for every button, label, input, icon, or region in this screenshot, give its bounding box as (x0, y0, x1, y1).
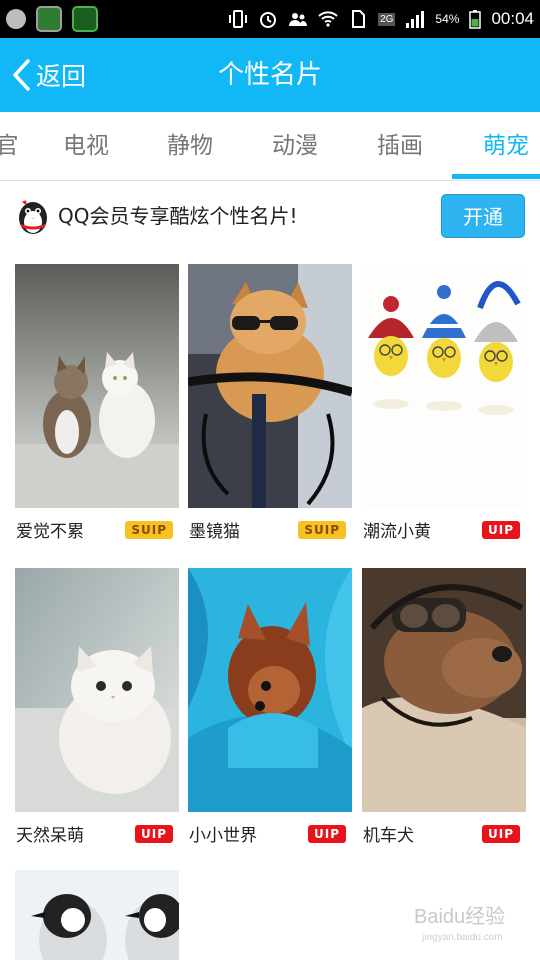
penguin-chicks-photo (15, 870, 179, 960)
puppy-in-blanket-photo (188, 568, 352, 812)
two-cats-photo (15, 264, 179, 508)
clock: 00:04 (491, 9, 534, 28)
watermark: Baidu经验 (414, 906, 506, 928)
notification-icon (6, 9, 26, 29)
promo-text: QQ会员专享酷炫个性名片! (58, 204, 298, 228)
sunglasses-cat-photo (188, 264, 352, 508)
qq-penguin-icon (19, 200, 47, 234)
back-label: 返回 (36, 62, 87, 91)
card-image (362, 264, 526, 508)
alarm-icon (260, 12, 277, 28)
sim-icon (352, 10, 366, 28)
card-image (15, 264, 179, 508)
app-icon (72, 6, 98, 32)
tab-illustration[interactable]: 插画 (360, 112, 440, 180)
card-image (188, 264, 352, 508)
tab-guan[interactable]: 官 (0, 112, 22, 180)
title-bar: 返回 个性名片 (0, 38, 540, 112)
tab-pets[interactable]: 萌宠 (466, 112, 540, 180)
active-tab-indicator (452, 174, 540, 179)
battery-icon (469, 10, 482, 29)
card-image (15, 568, 179, 812)
card-title: 小小世界 (189, 826, 257, 846)
svip-badge: SUIP (298, 521, 346, 539)
card-image (188, 568, 352, 812)
status-bar-notifications (6, 4, 98, 34)
svip-badge: SUIP (125, 521, 173, 539)
contacts-icon (289, 13, 308, 26)
card-title: 爱觉不累 (16, 522, 84, 542)
watermark-url: jingyan.baidu.com (422, 932, 503, 943)
category-tabs: 官 电视 静物 动漫 插画 萌宠 (0, 112, 540, 181)
card-title: 天然呆萌 (16, 826, 84, 846)
vip-promo-banner: QQ会员专享酷炫个性名片! 开通 (0, 181, 540, 251)
vibrate-icon (229, 10, 248, 28)
card-image (362, 568, 526, 812)
chicks-in-hats-photo (362, 264, 526, 508)
tab-anime[interactable]: 动漫 (255, 112, 335, 180)
app-icon (36, 6, 62, 32)
back-button[interactable]: 返回 (10, 38, 86, 112)
white-persian-cat-photo (15, 568, 179, 812)
card-title: 墨镜猫 (189, 522, 240, 542)
battery-percent: 54% (435, 12, 460, 26)
card-item[interactable] (15, 870, 179, 960)
status-bar-system: 2G 54% 00:04 (228, 0, 534, 38)
network-type: 2G (378, 12, 396, 26)
status-bar: 2G 54% 00:04 (0, 0, 540, 38)
goggles-dog-photo (362, 568, 526, 812)
vip-badge: UIP (481, 825, 520, 843)
card-image (15, 870, 179, 960)
wifi-icon (318, 11, 338, 27)
vip-badge: UIP (134, 825, 173, 843)
card-title: 机车犬 (363, 826, 414, 846)
chevron-left-icon (13, 59, 30, 91)
vip-badge: UIP (481, 521, 520, 539)
vip-badge: UIP (307, 825, 346, 843)
tab-still-life[interactable]: 静物 (150, 112, 230, 180)
card-title: 潮流小黄 (363, 522, 431, 542)
signal-icon (406, 11, 425, 28)
tab-tv[interactable]: 电视 (46, 112, 126, 180)
activate-button[interactable]: 开通 (441, 194, 525, 238)
